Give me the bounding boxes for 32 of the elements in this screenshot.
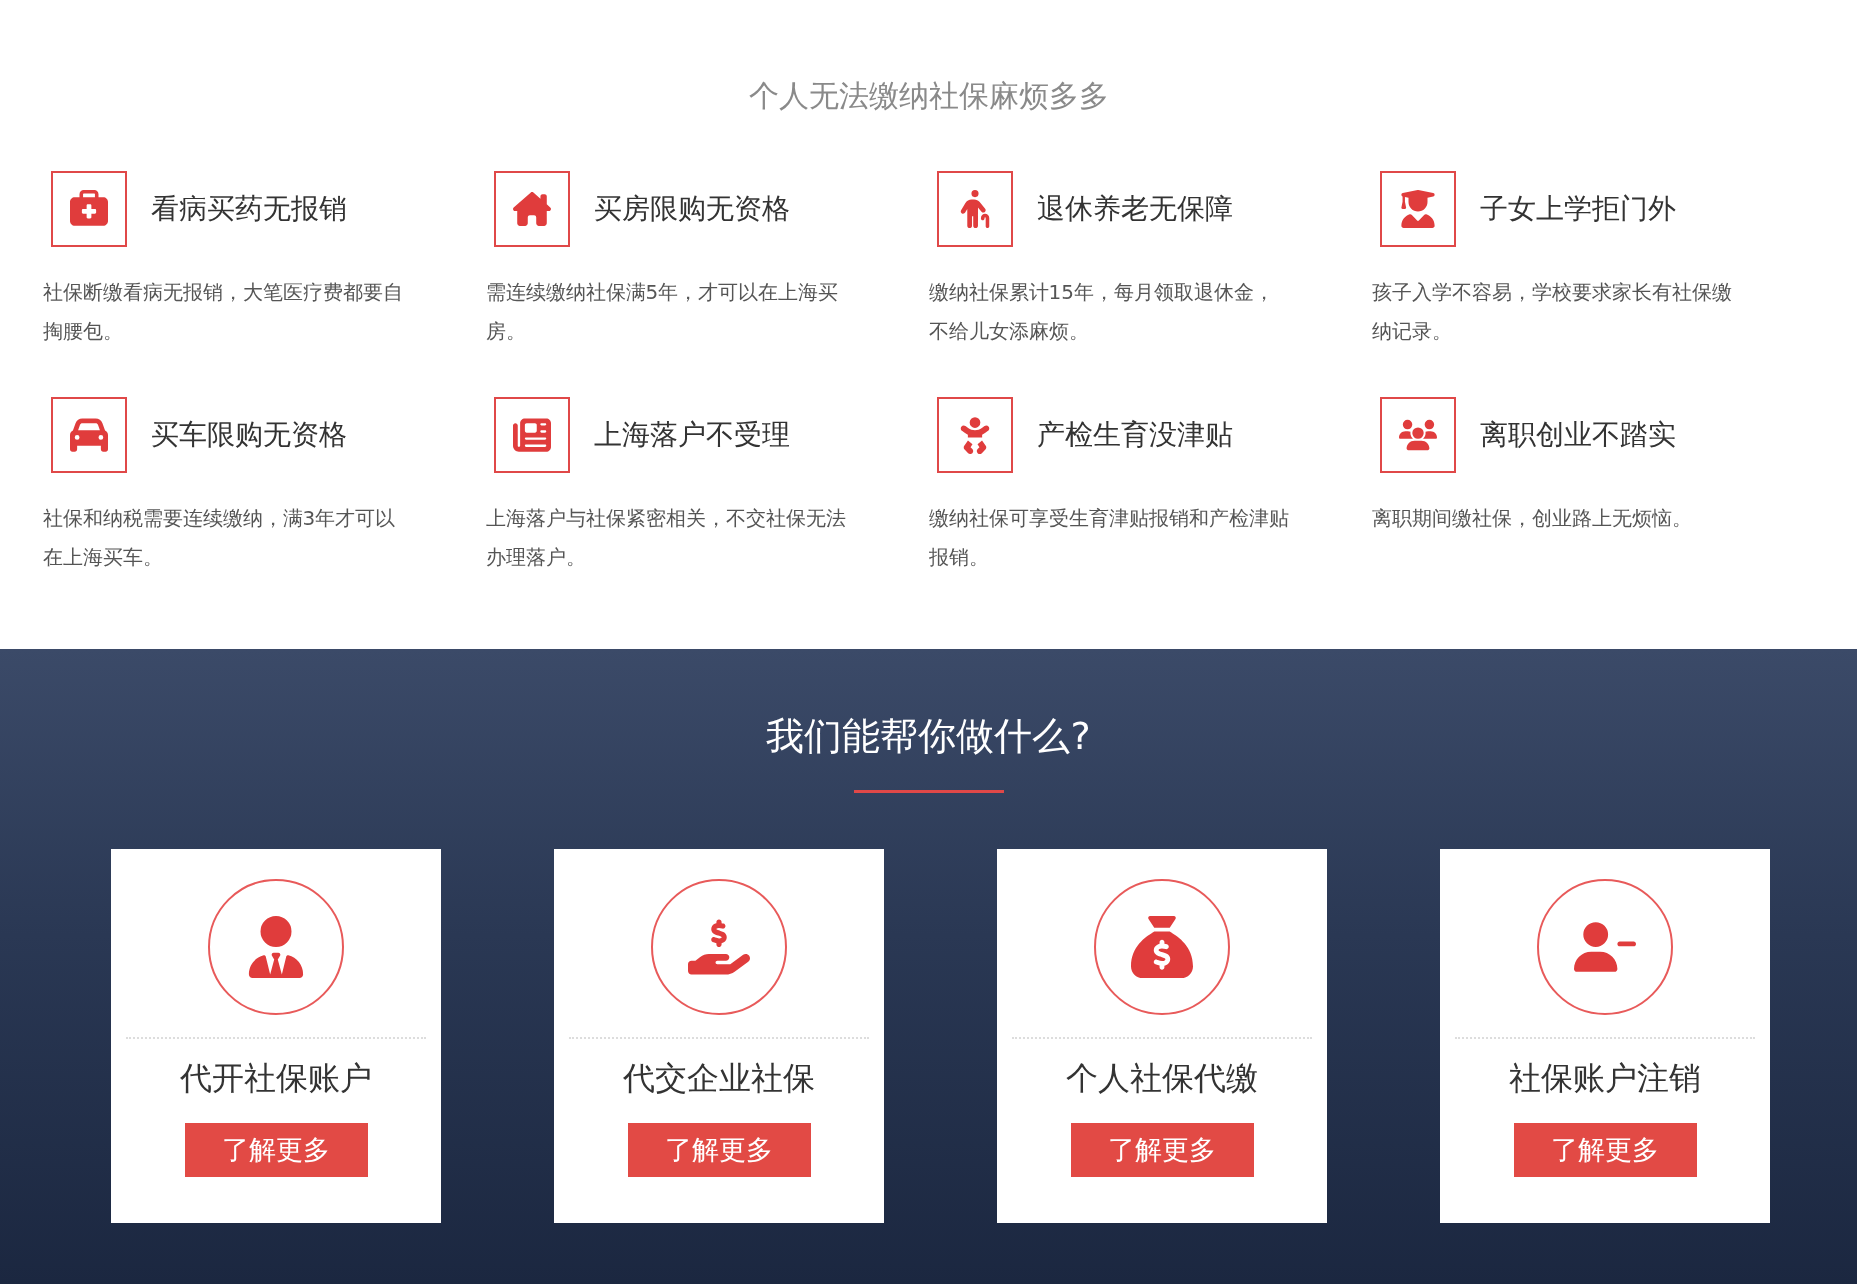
problem-title: 退休养老无保障 — [1036, 191, 1233, 227]
learn-more-button[interactable]: 了解更多 — [184, 1123, 368, 1177]
section-title: 我们能帮你做什么? — [766, 713, 1091, 760]
problem-description: 离职期间缴社保，创业路上无烦恼。 — [1371, 505, 1693, 532]
problem-title: 看病买药无报销 — [150, 191, 347, 227]
service-title: 代开社保账户 — [180, 1058, 372, 1099]
house-icon — [512, 190, 551, 228]
problem-title: 子女上学拒门外 — [1479, 191, 1676, 227]
problem-title: 买车限购无资格 — [150, 417, 347, 453]
learn-more-button[interactable]: 了解更多 — [627, 1123, 811, 1177]
learn-more-button[interactable]: 了解更多 — [1513, 1123, 1697, 1177]
service-title: 社保账户注销 — [1509, 1058, 1701, 1099]
learn-more-button[interactable]: 了解更多 — [1070, 1123, 1254, 1177]
money-bag-icon — [1131, 916, 1193, 978]
problem-description: 需连续缴纳社保满5年，才可以在上海买房。 — [485, 279, 840, 345]
problem-description: 社保和纳税需要连续缴纳，满3年才可以在上海买车。 — [42, 505, 397, 571]
problem-title: 买房限购无资格 — [593, 191, 790, 227]
problem-description: 缴纳社保累计15年，每月领取退休金，不给儿女添麻烦。 — [928, 279, 1275, 345]
service-title: 代交企业社保 — [623, 1058, 815, 1099]
problem-title: 产检生育没津贴 — [1036, 417, 1233, 453]
medical-kit-icon — [69, 190, 108, 228]
problem-description: 社保断缴看病无报销，大笔医疗费都要自掏腰包。 — [42, 279, 403, 345]
service-title: 个人社保代缴 — [1066, 1058, 1258, 1099]
graduate-icon — [1398, 190, 1437, 228]
document-icon — [512, 416, 551, 454]
problem-title: 上海落户不受理 — [593, 417, 790, 453]
section-title: 个人无法缴纳社保麻烦多多 — [748, 77, 1109, 115]
problem-title: 离职创业不踏实 — [1479, 417, 1676, 453]
problem-description: 孩子入学不容易，学校要求家长有社保缴纳记录。 — [1371, 279, 1732, 345]
problem-description: 缴纳社保可享受生育津贴报销和产检津贴报销。 — [928, 505, 1289, 571]
problem-description: 上海落户与社保紧密相关，不交社保无法办理落户。 — [485, 505, 846, 571]
car-icon — [69, 416, 108, 454]
